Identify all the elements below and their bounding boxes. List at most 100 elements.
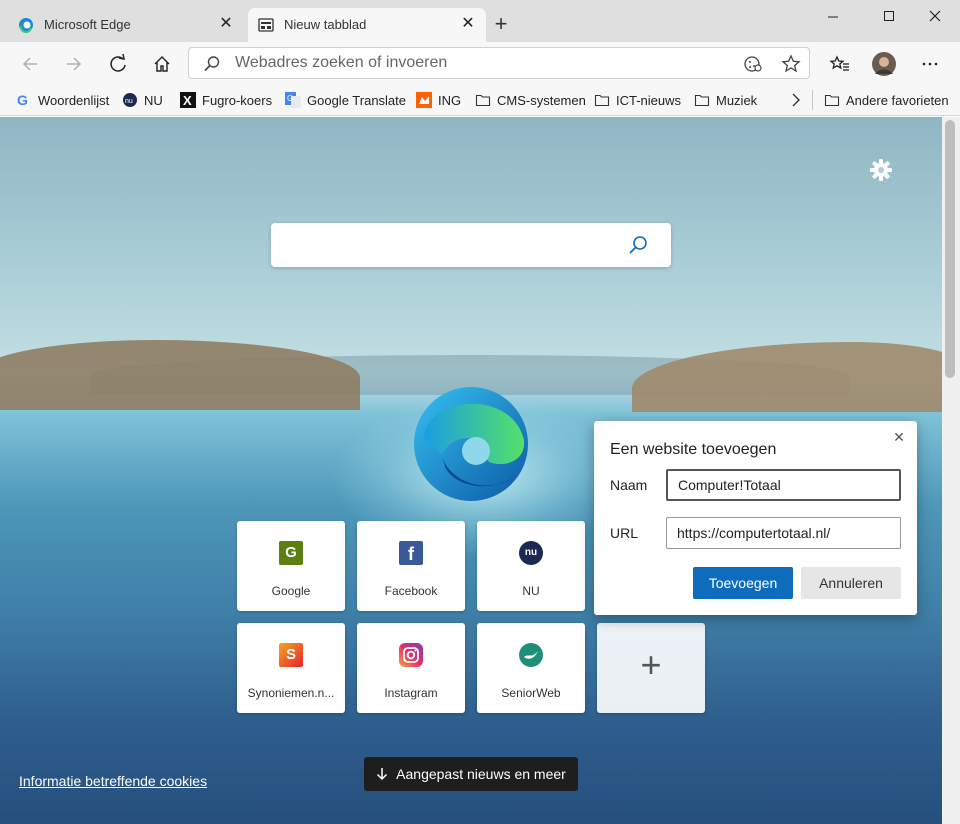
- arrow-down-icon: [377, 768, 388, 781]
- cancel-button[interactable]: Annuleren: [801, 567, 901, 599]
- tile-label: Synoniemen.n...: [247, 686, 335, 700]
- bookmark-folder-cms-systemen[interactable]: CMS-systemen: [475, 91, 586, 109]
- url-label: URL: [610, 525, 639, 541]
- folder-icon: [694, 94, 710, 107]
- site-name-field[interactable]: [666, 469, 901, 501]
- tile-label: SeniorWeb: [501, 686, 561, 700]
- dialog-title: Een website toevoegen: [610, 441, 777, 458]
- tab-new-tab[interactable]: Nieuw tabblad ✕: [248, 8, 486, 42]
- google-tile-icon: G: [279, 541, 303, 565]
- synoniemen-icon: S: [279, 643, 303, 667]
- ing-lion-icon: [416, 92, 432, 108]
- add-site-tile[interactable]: +: [597, 623, 705, 713]
- name-label: Naam: [610, 477, 648, 493]
- bookmark-woordenlijst[interactable]: G Woordenlijst: [16, 91, 109, 109]
- instagram-icon: [399, 643, 423, 667]
- bookmark-label: ING: [438, 92, 462, 108]
- close-tab-icon[interactable]: ✕: [458, 14, 478, 34]
- bookmark-label: Woordenlijst: [38, 92, 110, 108]
- refresh-button[interactable]: [104, 50, 132, 78]
- google-icon: G: [17, 92, 28, 108]
- quicklink-tile-facebook[interactable]: f Facebook: [357, 521, 465, 611]
- web-search-input[interactable]: [283, 233, 613, 257]
- forward-button[interactable]: [60, 50, 88, 78]
- tile-label: NU: [522, 584, 540, 598]
- folder-icon: [594, 94, 610, 107]
- nu-icon: nu: [519, 541, 543, 565]
- favorites-button[interactable]: [826, 50, 854, 78]
- background-hill-left: [0, 340, 360, 410]
- maximize-icon: [884, 11, 894, 21]
- avatar: [872, 52, 896, 76]
- maximize-button[interactable]: [866, 4, 912, 30]
- cookies-info-link[interactable]: Informatie betreffende cookies: [19, 773, 207, 789]
- bookmark-label: ICT-nieuws: [616, 92, 682, 108]
- close-icon[interactable]: ✕: [891, 429, 907, 445]
- favorites-bar: G Woordenlijst nu NU X Fugro-koers G Goo…: [0, 84, 960, 116]
- tab-microsoft-edge[interactable]: Microsoft Edge ✕: [8, 8, 244, 42]
- page-scrollbar-thumb[interactable]: [945, 120, 955, 378]
- personalized-news-button[interactable]: Aangepast nieuws en meer: [364, 757, 578, 791]
- bookmark-label: Google Translate: [307, 92, 407, 108]
- bookmark-divider: [812, 90, 813, 110]
- address-bar[interactable]: [188, 47, 810, 79]
- tab-label: Microsoft Edge: [44, 17, 131, 32]
- tile-icon-letter: S: [285, 646, 296, 663]
- add-button[interactable]: Toevoegen: [693, 567, 793, 599]
- bookmark-fugro-koers[interactable]: X Fugro-koers: [180, 91, 272, 109]
- bookmark-folder-muziek[interactable]: Muziek: [694, 91, 757, 109]
- quicklink-tile-seniorweb[interactable]: SeniorWeb: [477, 623, 585, 713]
- google-translate-icon: G: [285, 92, 301, 108]
- close-window-button[interactable]: [912, 4, 958, 30]
- bookmark-label: CMS-systemen: [497, 92, 586, 108]
- refresh-icon: [110, 53, 126, 72]
- folder-icon: [475, 94, 491, 107]
- folder-icon: [824, 94, 840, 107]
- chevron-right-icon: [792, 93, 800, 107]
- search-icon: [204, 56, 220, 72]
- add-favorite-star-icon[interactable]: [781, 54, 801, 74]
- back-button[interactable]: [16, 50, 44, 78]
- favorites-list-icon: [829, 55, 849, 71]
- close-tab-icon[interactable]: ✕: [216, 14, 236, 34]
- svg-text:G: G: [17, 92, 28, 108]
- bookmark-label: Fugro-koers: [202, 92, 273, 108]
- quicklink-tile-nu[interactable]: nu NU: [477, 521, 585, 611]
- back-arrow-icon: [22, 57, 37, 71]
- web-search-box[interactable]: [271, 223, 671, 267]
- tab-strip: Microsoft Edge ✕ Nieuw tabblad ✕ +: [0, 0, 960, 42]
- bookmark-google-translate[interactable]: G Google Translate: [285, 91, 406, 109]
- close-icon: [929, 10, 941, 22]
- tile-icon-letter: nu: [524, 547, 538, 558]
- svg-text:G: G: [287, 94, 293, 103]
- more-bookmarks-button[interactable]: [790, 91, 802, 109]
- bookmark-label: NU: [144, 92, 163, 108]
- site-url-field[interactable]: [666, 517, 901, 549]
- bookmark-ing[interactable]: ING: [416, 91, 461, 109]
- tile-label: Google: [271, 584, 311, 598]
- profile-button[interactable]: [870, 50, 898, 78]
- quicklink-tile-google[interactable]: G Google: [237, 521, 345, 611]
- home-button[interactable]: [148, 50, 176, 78]
- minimize-button[interactable]: [810, 4, 856, 30]
- background-hill-right: [632, 342, 942, 412]
- seniorweb-icon: [519, 643, 543, 667]
- forward-arrow-icon: [67, 57, 82, 71]
- search-icon[interactable]: [627, 234, 649, 256]
- settings-menu-button[interactable]: [916, 50, 944, 78]
- new-tab-button[interactable]: +: [490, 13, 512, 36]
- news-button-label: Aangepast nieuws en meer: [396, 766, 566, 782]
- home-icon: [154, 56, 170, 72]
- edge-icon: [19, 18, 33, 33]
- quicklink-tile-synoniemen[interactable]: S Synoniemen.n...: [237, 623, 345, 713]
- bookmark-nu[interactable]: nu NU: [122, 91, 163, 109]
- add-website-dialog: Een website toevoegen ✕ Naam URL Toevoeg…: [594, 421, 917, 615]
- tile-label: Instagram: [384, 686, 438, 700]
- tracking-prevention-icon[interactable]: [743, 54, 763, 74]
- bookmark-folder-other-favorites[interactable]: Andere favorieten: [824, 91, 949, 109]
- quicklink-tile-instagram[interactable]: Instagram: [357, 623, 465, 713]
- address-input[interactable]: [233, 52, 713, 74]
- bookmark-label: Muziek: [716, 92, 758, 108]
- bookmark-folder-ict-nieuws[interactable]: ICT-nieuws: [594, 91, 681, 109]
- page-settings-gear-icon[interactable]: [868, 157, 894, 183]
